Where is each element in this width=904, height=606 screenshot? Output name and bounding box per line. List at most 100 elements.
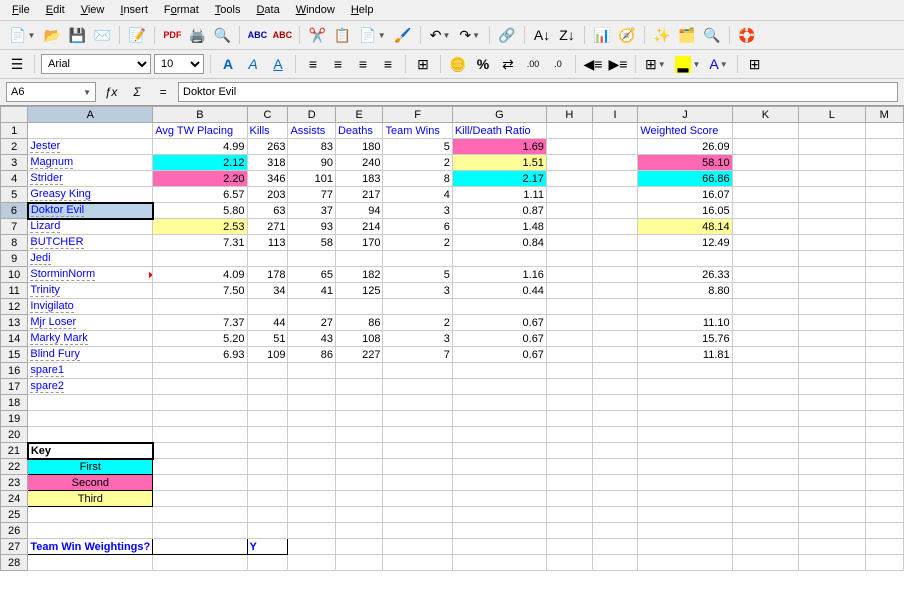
cell-F16[interactable] [383,363,452,379]
cell-K8[interactable] [732,235,798,251]
column-header-G[interactable]: G [452,107,546,123]
data-sources-button[interactable]: 🗂️ [676,24,698,46]
bold-button[interactable]: A [217,53,239,75]
cell-K9[interactable] [732,251,798,267]
cell-A12[interactable]: Invigilato [28,299,153,315]
cell-C10[interactable]: 178 [247,267,288,283]
cell-D5[interactable]: 77 [288,187,336,203]
cell-L17[interactable] [799,379,865,395]
formula-input[interactable]: Doktor Evil [178,82,898,102]
cell-E7[interactable]: 214 [335,219,383,235]
align-justify-button[interactable]: ≡ [377,53,399,75]
cell-I9[interactable] [592,251,638,267]
autospell-button[interactable]: ABC [271,24,293,46]
cell-C15[interactable]: 109 [247,347,288,363]
standard-format-button[interactable]: ⇄ [497,53,519,75]
column-header-K[interactable]: K [732,107,798,123]
cell-E2[interactable]: 180 [335,139,383,155]
header-E[interactable]: Deaths [335,123,383,139]
cell-A5[interactable]: Greasy King [28,187,153,203]
percent-button[interactable]: % [472,53,494,75]
key-cell-22[interactable]: First [28,459,153,475]
cell-F12[interactable] [383,299,452,315]
cell-F9[interactable] [383,251,452,267]
cell-M11[interactable] [865,283,904,299]
key-cell-23[interactable]: Second [28,475,153,491]
cell-K15[interactable] [732,347,798,363]
cell-E13[interactable]: 86 [335,315,383,331]
cell-I17[interactable] [592,379,638,395]
cell-F8[interactable]: 2 [383,235,452,251]
cell-K17[interactable] [732,379,798,395]
cell-J15[interactable]: 11.81 [638,347,732,363]
cell-J5[interactable]: 16.07 [638,187,732,203]
formula-equals-button[interactable]: = [152,82,174,102]
cell-M8[interactable] [865,235,904,251]
cell-H14[interactable] [546,331,592,347]
cell-G16[interactable] [452,363,546,379]
cell-J7[interactable]: 48.14 [638,219,732,235]
column-header-B[interactable]: B [153,107,247,123]
cell-L5[interactable] [799,187,865,203]
cell-F4[interactable]: 8 [383,171,452,187]
align-right-button[interactable]: ≡ [352,53,374,75]
cell-J4[interactable]: 66.86 [638,171,732,187]
remove-decimal-button[interactable]: .0 [547,53,569,75]
cell-D6[interactable]: 37 [288,203,336,219]
cell-M12[interactable] [865,299,904,315]
cell-I12[interactable] [592,299,638,315]
cell-L4[interactable] [799,171,865,187]
function-wizard-button[interactable]: ƒx [100,82,122,102]
cell-E6[interactable]: 94 [335,203,383,219]
cell-D14[interactable]: 43 [288,331,336,347]
cell-C11[interactable]: 34 [247,283,288,299]
cell-J2[interactable]: 26.09 [638,139,732,155]
row-header-7[interactable]: 7 [1,219,28,235]
cell-L14[interactable] [799,331,865,347]
row-header-4[interactable]: 4 [1,171,28,187]
cell-B4[interactable]: 2.20 [153,171,247,187]
sum-button[interactable]: Σ [126,82,148,102]
cell-E12[interactable] [335,299,383,315]
cell-B13[interactable]: 7.37 [153,315,247,331]
row-header-20[interactable]: 20 [1,427,28,443]
cell-G10[interactable]: 1.16 [452,267,546,283]
hyperlink-button[interactable]: 🔗 [496,24,518,46]
row-header-12[interactable]: 12 [1,299,28,315]
cell-E16[interactable] [335,363,383,379]
cell-C8[interactable]: 113 [247,235,288,251]
cell-F7[interactable]: 6 [383,219,452,235]
cell-J16[interactable] [638,363,732,379]
cell-K3[interactable] [732,155,798,171]
copy-button[interactable]: 📋 [331,24,353,46]
cell-K6[interactable] [732,203,798,219]
cell-C3[interactable]: 318 [247,155,288,171]
row-header-17[interactable]: 17 [1,379,28,395]
help-button[interactable]: 🛟 [736,24,758,46]
row-header-2[interactable]: 2 [1,139,28,155]
spreadsheet-grid[interactable]: ABCDEFGHIJKLM1Avg TW PlacingKillsAssists… [0,106,904,571]
header-G[interactable]: Kill/Death Ratio [452,123,546,139]
cell-D2[interactable]: 83 [288,139,336,155]
cell-J12[interactable] [638,299,732,315]
cell-B3[interactable]: 2.12 [153,155,247,171]
edit-mode-button[interactable]: 📝 [126,24,148,46]
cell-K13[interactable] [732,315,798,331]
row-header-14[interactable]: 14 [1,331,28,347]
column-header-F[interactable]: F [383,107,452,123]
cell-E11[interactable]: 125 [335,283,383,299]
cell-M9[interactable] [865,251,904,267]
spellcheck-button[interactable]: ABC [246,24,268,46]
cell-H15[interactable] [546,347,592,363]
merge-cells-button[interactable]: ⊞ [412,53,434,75]
cell-L11[interactable] [799,283,865,299]
cell-H13[interactable] [546,315,592,331]
cell-K16[interactable] [732,363,798,379]
cell-L15[interactable] [799,347,865,363]
cell-G4[interactable]: 2.17 [452,171,546,187]
cell-J11[interactable]: 8.80 [638,283,732,299]
column-header-L[interactable]: L [799,107,865,123]
teamwin-label[interactable]: Team Win Weightings? [28,539,153,555]
cell-B14[interactable]: 5.20 [153,331,247,347]
grid-button[interactable]: ⊞ [744,53,766,75]
